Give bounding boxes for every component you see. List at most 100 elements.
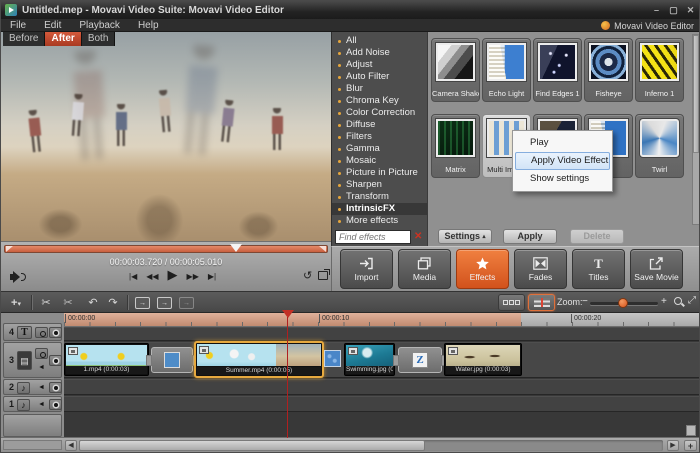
play-button[interactable]: ▶ <box>168 267 178 283</box>
split-all-button[interactable]: ✂ <box>59 295 77 311</box>
clip-properties-chip[interactable] <box>448 347 458 355</box>
redo-button[interactable]: ↷ <box>105 295 121 311</box>
add-clip-button[interactable]: +▾ <box>6 295 26 311</box>
titles-button[interactable]: T Titles <box>572 249 625 289</box>
maximize-button[interactable]: ▢ <box>665 1 682 19</box>
media-button[interactable]: Media <box>398 249 451 289</box>
import-button[interactable]: Import <box>340 249 393 289</box>
clip-1-mp4[interactable]: 1.mp4 (0:00:03) <box>64 343 149 376</box>
scroll-right-button[interactable]: ▶ <box>667 440 679 451</box>
audio-track-icon[interactable]: ♪ <box>17 399 30 411</box>
category-mosaic[interactable]: Mosaic <box>332 155 427 167</box>
track-row-1[interactable] <box>64 396 699 412</box>
scrollbar-thumb[interactable] <box>79 440 425 451</box>
split-clip-button[interactable]: ✂ <box>37 295 55 311</box>
track-row-2[interactable] <box>64 379 699 395</box>
effect-twirl[interactable]: Twirl <box>635 114 684 178</box>
context-menu-show-settings[interactable]: Show settings <box>515 170 610 188</box>
video-track-icon[interactable]: ▤ <box>17 351 32 370</box>
category-transform[interactable]: Transform <box>332 191 427 203</box>
transition-1[interactable] <box>151 347 193 373</box>
timeline-playhead-marker[interactable] <box>282 310 294 324</box>
clip-summer-mp4[interactable]: Summer.mp4 (0:00:05) <box>194 341 324 378</box>
speaker-icon[interactable]: ◄ <box>35 399 48 410</box>
snapshot-icon[interactable] <box>318 271 328 280</box>
effect-fisheye[interactable]: Fisheye <box>584 38 633 102</box>
scrollbar-thumb[interactable] <box>693 35 699 153</box>
menu-file[interactable]: File <box>1 19 35 32</box>
tab-after[interactable]: After <box>45 32 81 46</box>
clear-search-icon[interactable]: ✕ <box>414 230 422 244</box>
tab-both[interactable]: Both <box>82 32 116 46</box>
clip-properties-chip[interactable] <box>199 346 209 354</box>
clip-tools-button[interactable]: → <box>157 297 172 309</box>
unattach-player-icon[interactable]: ↺ <box>303 269 312 282</box>
context-menu-apply-video-effect[interactable]: Apply Video Effect <box>515 152 610 170</box>
clip-properties-button[interactable]: → <box>135 297 150 309</box>
timeline-ruler[interactable]: 00:00:00 00:00:10 00:00:20 <box>64 313 699 327</box>
category-diffuse[interactable]: Diffuse <box>332 119 427 131</box>
fast-forward-button[interactable]: ▶▶ <box>187 272 199 281</box>
camera-icon[interactable] <box>35 348 48 359</box>
rewind-button[interactable]: ◀◀ <box>146 272 158 281</box>
transition-z[interactable]: Z <box>398 347 442 373</box>
track-row-4[interactable] <box>64 327 699 341</box>
scroll-left-button[interactable]: ◀ <box>65 440 77 451</box>
save-movie-button[interactable]: Save Movie <box>630 249 683 289</box>
find-effects-input[interactable] <box>335 230 411 244</box>
close-button[interactable]: ✕ <box>682 1 699 19</box>
eye-icon[interactable] <box>49 355 62 366</box>
title-track-icon[interactable]: T <box>17 326 32 339</box>
clip-water-jpg[interactable]: Water.jpg (0:00:03) <box>444 343 522 376</box>
clip-properties-chip[interactable] <box>348 347 358 355</box>
seek-playhead[interactable] <box>230 244 242 258</box>
add-track-button[interactable]: + <box>684 440 697 451</box>
category-picture-in-picture[interactable]: Picture in Picture <box>332 167 427 179</box>
category-adjust[interactable]: Adjust <box>332 59 427 71</box>
next-frame-button[interactable]: ▶| <box>208 272 216 281</box>
menu-help[interactable]: Help <box>129 19 168 32</box>
audio-track-icon[interactable]: ♪ <box>17 382 30 394</box>
camera-icon[interactable] <box>35 327 48 338</box>
menu-playback[interactable]: Playback <box>70 19 129 32</box>
category-filters[interactable]: Filters <box>332 131 427 143</box>
category-blur[interactable]: Blur <box>332 83 427 95</box>
effect-find-edges[interactable]: Find Edges 1 <box>533 38 582 102</box>
volume-icon[interactable] <box>10 271 26 283</box>
menu-edit[interactable]: Edit <box>35 19 70 32</box>
undo-button[interactable]: ↶ <box>85 295 101 311</box>
speaker-icon[interactable]: ◄ <box>35 362 48 373</box>
settings-button[interactable]: Settings ▴ <box>438 229 492 244</box>
previous-frame-button[interactable]: |◀ <box>129 272 137 281</box>
transition-2[interactable] <box>324 350 341 367</box>
fades-button[interactable]: Fades <box>514 249 567 289</box>
magnifier-icon[interactable] <box>674 297 682 305</box>
eye-icon[interactable] <box>49 382 62 393</box>
context-menu-play[interactable]: Play <box>515 134 610 152</box>
clip-properties-chip[interactable] <box>68 347 78 355</box>
seek-bar[interactable] <box>4 245 328 253</box>
zoom-in-icon[interactable]: + <box>661 296 667 307</box>
category-intrinsicfx[interactable]: IntrinsicFX <box>332 203 427 215</box>
zoom-out-icon[interactable]: − <box>582 296 588 307</box>
speaker-icon[interactable]: ◄ <box>35 382 48 393</box>
video-preview[interactable]: Before After Both <box>1 32 331 241</box>
minimize-button[interactable]: – <box>648 1 665 19</box>
effects-button[interactable]: Effects <box>456 249 509 289</box>
eye-icon[interactable] <box>49 399 62 410</box>
delete-button[interactable]: Delete <box>570 229 624 244</box>
category-sharpen[interactable]: Sharpen <box>332 179 427 191</box>
category-all[interactable]: All <box>332 35 427 47</box>
tab-before[interactable]: Before <box>3 32 45 46</box>
category-color-correction[interactable]: Color Correction <box>332 107 427 119</box>
effect-inferno[interactable]: Inferno 1 <box>635 38 684 102</box>
category-gamma[interactable]: Gamma <box>332 143 427 155</box>
category-chroma-key[interactable]: Chroma Key <box>332 95 427 107</box>
zoom-slider-thumb[interactable] <box>618 298 628 308</box>
category-auto-filter[interactable]: Auto Filter <box>332 71 427 83</box>
effect-camera-shake[interactable]: Camera Shake <box>431 38 480 102</box>
clip-swimming-jpg[interactable]: Swimming.jpg (0:... <box>344 343 395 376</box>
timeline-view-button[interactable] <box>528 294 555 311</box>
vertical-scrollbar-bit[interactable] <box>686 425 696 436</box>
eye-icon[interactable] <box>49 327 62 338</box>
